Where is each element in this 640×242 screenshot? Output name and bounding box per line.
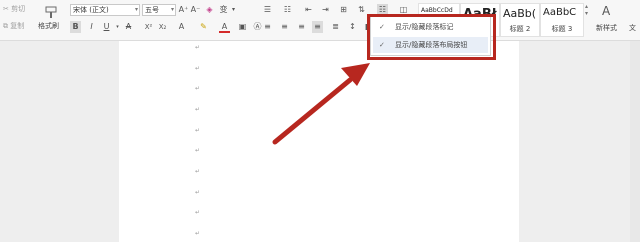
annotation-arrow-icon	[272, 63, 370, 145]
